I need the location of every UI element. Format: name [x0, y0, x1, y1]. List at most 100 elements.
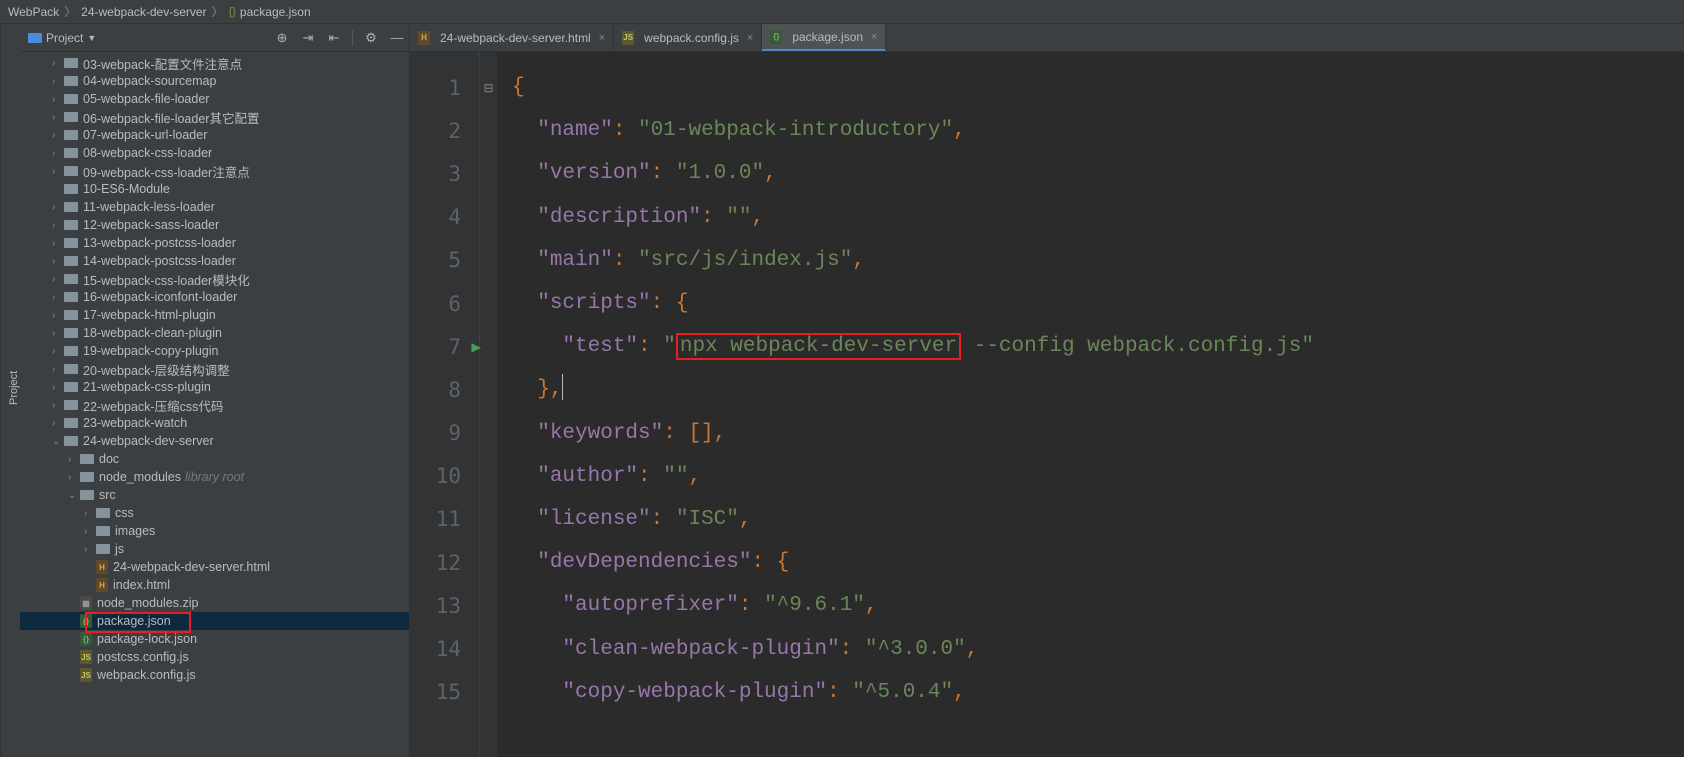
tree-folder[interactable]: ›18-webpack-clean-plugin	[20, 324, 409, 342]
fold-marker[interactable]: ⊟	[480, 66, 497, 109]
tree-file[interactable]: H24-webpack-dev-server.html	[20, 558, 409, 576]
tree-file[interactable]: JSwebpack.config.js	[20, 666, 409, 684]
editor-tab[interactable]: {}package.json×	[762, 24, 886, 51]
tree-arrow-icon[interactable]: ⌄	[68, 490, 80, 501]
tree-folder[interactable]: ›09-webpack-css-loader注意点	[20, 162, 409, 180]
tree-arrow-icon[interactable]: ›	[52, 274, 64, 285]
fold-marker[interactable]	[480, 239, 497, 282]
tree-arrow-icon[interactable]: ›	[52, 346, 64, 357]
tree-folder[interactable]: ›19-webpack-copy-plugin	[20, 342, 409, 360]
expand-icon[interactable]: ⇤	[326, 30, 342, 46]
tree-folder[interactable]: ›22-webpack-压缩css代码	[20, 396, 409, 414]
settings-icon[interactable]: ⚙	[363, 30, 379, 46]
tree-arrow-icon[interactable]: ›	[52, 148, 64, 159]
tree-folder[interactable]: ›js	[20, 540, 409, 558]
line-number[interactable]: 2	[410, 109, 479, 152]
locate-icon[interactable]: ⊕	[274, 30, 290, 46]
breadcrumb-folder[interactable]: 24-webpack-dev-server	[81, 5, 206, 19]
close-icon[interactable]: ×	[747, 32, 753, 44]
collapse-icon[interactable]: ⇥	[300, 30, 316, 46]
fold-marker[interactable]	[480, 368, 497, 411]
project-tree[interactable]: ›03-webpack-配置文件注意点›04-webpack-sourcemap…	[20, 52, 409, 757]
tree-arrow-icon[interactable]: ›	[52, 202, 64, 213]
fold-marker[interactable]	[480, 196, 497, 239]
line-number[interactable]: 1	[410, 66, 479, 109]
line-number[interactable]: 13	[410, 584, 479, 627]
tree-folder[interactable]: ›doc	[20, 450, 409, 468]
tree-folder[interactable]: ›17-webpack-html-plugin	[20, 306, 409, 324]
tree-folder[interactable]: ›05-webpack-file-loader	[20, 90, 409, 108]
tree-file[interactable]: {}package.json	[20, 612, 409, 630]
tree-arrow-icon[interactable]: ›	[52, 166, 64, 177]
close-icon[interactable]: ×	[871, 31, 877, 43]
tree-folder[interactable]: ⌄24-webpack-dev-server	[20, 432, 409, 450]
line-number[interactable]: 5	[410, 239, 479, 282]
tree-arrow-icon[interactable]: ›	[52, 112, 64, 123]
line-number[interactable]: 14	[410, 627, 479, 670]
tree-folder[interactable]: ›07-webpack-url-loader	[20, 126, 409, 144]
fold-column[interactable]: ⊟	[480, 52, 498, 757]
hide-icon[interactable]: —	[389, 30, 405, 46]
tree-folder[interactable]: ›04-webpack-sourcemap	[20, 72, 409, 90]
code-editor[interactable]: { "name": "01-webpack-introductory", "ve…	[498, 52, 1684, 757]
tree-file[interactable]: {}package-lock.json	[20, 630, 409, 648]
tree-arrow-icon[interactable]: ›	[68, 472, 80, 483]
tree-folder[interactable]: ›css	[20, 504, 409, 522]
tree-folder[interactable]: ›21-webpack-css-plugin	[20, 378, 409, 396]
tree-file[interactable]: ▦node_modules.zip	[20, 594, 409, 612]
tree-folder[interactable]: ›14-webpack-postcss-loader	[20, 252, 409, 270]
tree-arrow-icon[interactable]: ›	[52, 292, 64, 303]
fold-marker[interactable]	[480, 455, 497, 498]
line-number[interactable]: 15	[410, 671, 479, 714]
line-number[interactable]: 4	[410, 196, 479, 239]
line-number[interactable]: 7▶	[410, 325, 479, 368]
tree-folder[interactable]: ›03-webpack-配置文件注意点	[20, 54, 409, 72]
tree-arrow-icon[interactable]: ›	[68, 454, 80, 465]
editor-tab[interactable]: JSwebpack.config.js×	[614, 24, 762, 51]
close-icon[interactable]: ×	[599, 32, 605, 44]
fold-marker[interactable]	[480, 109, 497, 152]
tree-folder[interactable]: ›node_moduleslibrary root	[20, 468, 409, 486]
fold-marker[interactable]	[480, 412, 497, 455]
tree-arrow-icon[interactable]: ›	[52, 382, 64, 393]
fold-marker[interactable]	[480, 282, 497, 325]
tree-arrow-icon[interactable]: ›	[52, 400, 64, 411]
line-number[interactable]: 12	[410, 541, 479, 584]
tree-arrow-icon[interactable]: ›	[52, 256, 64, 267]
fold-marker[interactable]	[480, 671, 497, 714]
fold-marker[interactable]	[480, 498, 497, 541]
tree-arrow-icon[interactable]: ›	[84, 508, 96, 519]
breadcrumb-root[interactable]: WebPack	[8, 5, 59, 19]
tree-arrow-icon[interactable]: ›	[52, 364, 64, 375]
tree-file[interactable]: Hindex.html	[20, 576, 409, 594]
line-number[interactable]: 10	[410, 455, 479, 498]
tree-arrow-icon[interactable]: ›	[52, 328, 64, 339]
line-number[interactable]: 8	[410, 368, 479, 411]
line-number[interactable]: 11	[410, 498, 479, 541]
breadcrumb-file[interactable]: package.json	[240, 5, 311, 19]
tree-folder[interactable]: ›11-webpack-less-loader	[20, 198, 409, 216]
tree-arrow-icon[interactable]: ⌄	[52, 436, 64, 447]
tree-folder[interactable]: ›20-webpack-层级结构调整	[20, 360, 409, 378]
tree-folder[interactable]: ›16-webpack-iconfont-loader	[20, 288, 409, 306]
run-gutter-icon[interactable]: ▶	[471, 337, 481, 356]
fold-marker[interactable]	[480, 152, 497, 195]
tree-folder[interactable]: ›06-webpack-file-loader其它配置	[20, 108, 409, 126]
tree-arrow-icon[interactable]: ›	[84, 526, 96, 537]
tree-folder[interactable]: ›images	[20, 522, 409, 540]
tree-folder[interactable]: ›08-webpack-css-loader	[20, 144, 409, 162]
tree-arrow-icon[interactable]: ›	[52, 310, 64, 321]
tree-folder[interactable]: 10-ES6-Module	[20, 180, 409, 198]
tree-folder[interactable]: ⌄src	[20, 486, 409, 504]
tree-arrow-icon[interactable]: ›	[52, 94, 64, 105]
tree-folder[interactable]: ›23-webpack-watch	[20, 414, 409, 432]
tree-folder[interactable]: ›12-webpack-sass-loader	[20, 216, 409, 234]
tree-folder[interactable]: ›15-webpack-css-loader模块化	[20, 270, 409, 288]
project-tool-tab[interactable]: Project	[0, 24, 20, 757]
line-gutter[interactable]: 1234567▶89101112131415	[410, 52, 480, 757]
dropdown-icon[interactable]: ▼	[87, 33, 96, 43]
tree-arrow-icon[interactable]: ›	[52, 76, 64, 87]
sidebar-title[interactable]: Project	[46, 31, 83, 45]
fold-marker[interactable]	[480, 627, 497, 670]
fold-marker[interactable]	[480, 584, 497, 627]
